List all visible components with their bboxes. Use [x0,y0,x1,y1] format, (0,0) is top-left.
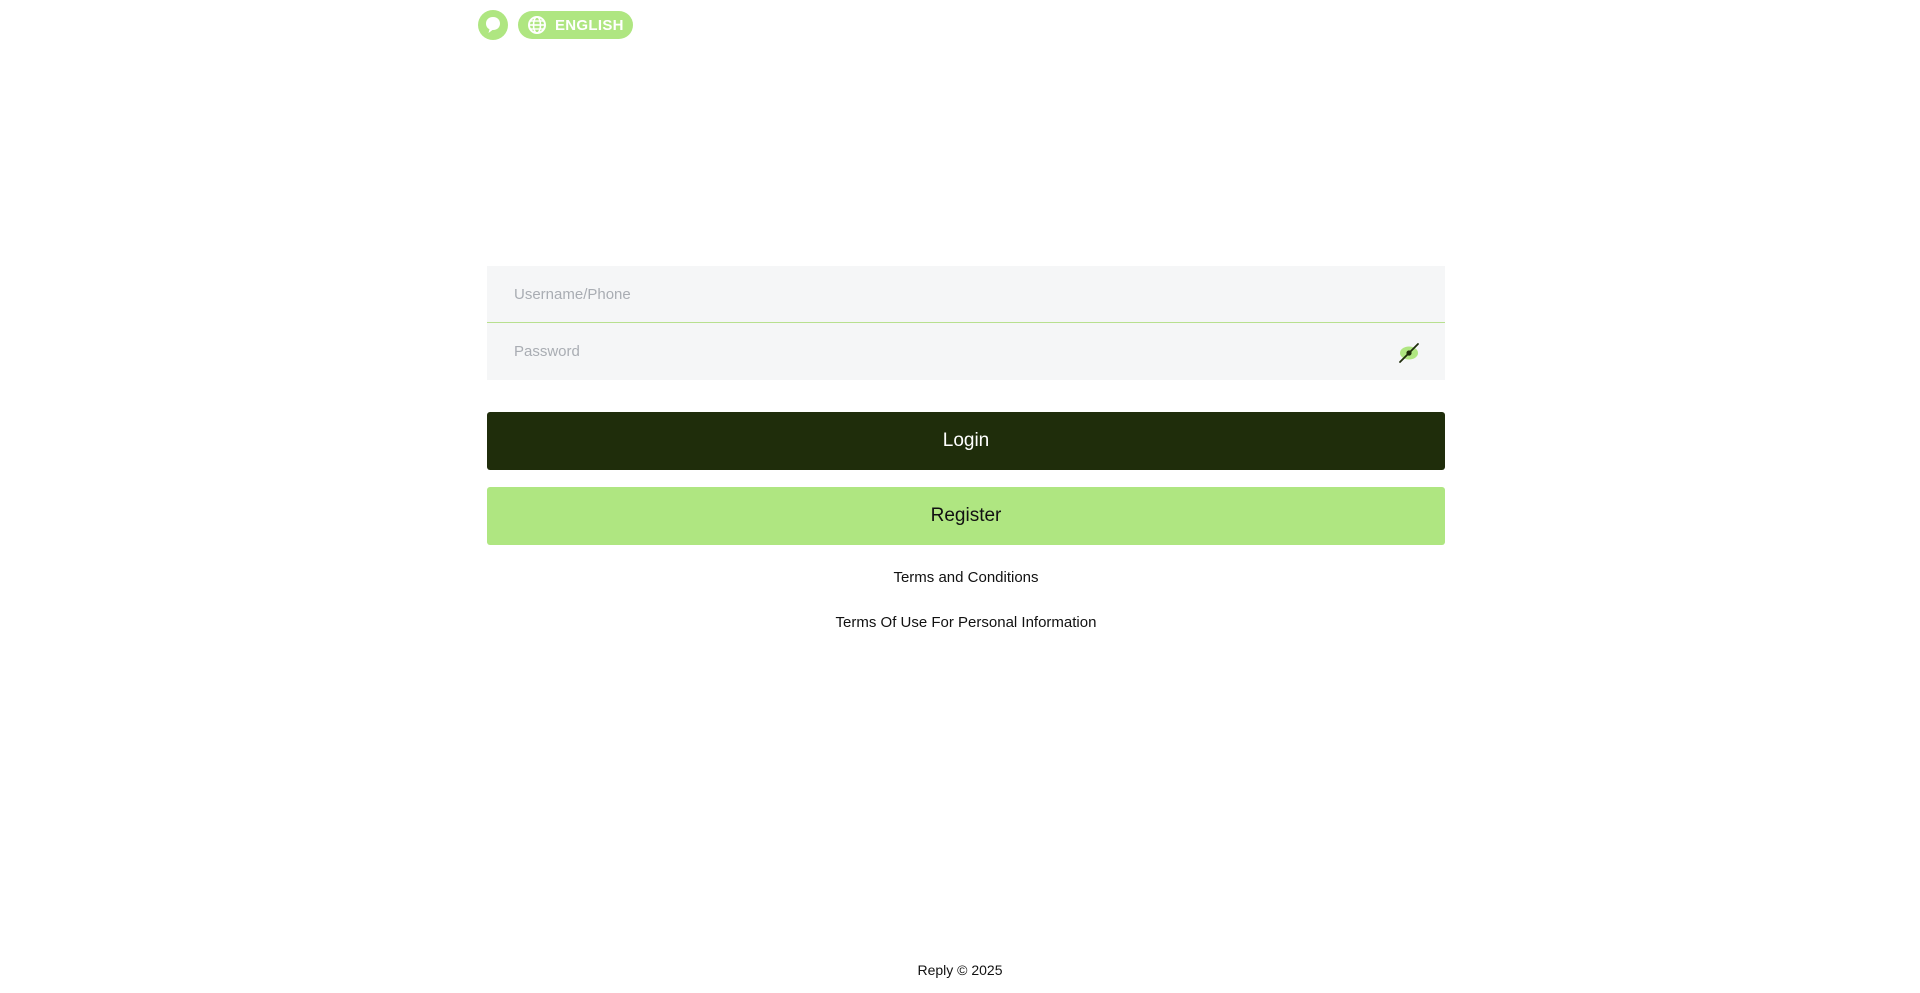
language-selector[interactable]: ENGLISH [518,11,633,39]
password-input[interactable] [487,323,1445,380]
globe-icon [528,16,546,34]
login-form: Login Register Terms and Conditions Term… [487,266,1445,631]
terms-and-conditions-link[interactable]: Terms and Conditions [893,569,1038,586]
username-field [487,266,1445,323]
chat-bubble-icon [486,17,500,33]
legal-links: Terms and Conditions Terms Of Use For Pe… [487,569,1445,631]
footer-copyright: Reply © 2025 [917,962,1003,978]
language-label: ENGLISH [555,16,624,34]
register-button[interactable]: Register [487,487,1445,545]
personal-information-terms-link[interactable]: Terms Of Use For Personal Information [836,614,1097,631]
top-bar: ENGLISH [478,10,633,40]
eye-off-icon [1399,343,1419,363]
password-field [487,323,1445,380]
support-chat-button[interactable] [478,10,508,40]
username-input[interactable] [487,266,1445,322]
login-page: ENGLISH Login Register Terms and Conditi… [0,0,1920,993]
login-button[interactable]: Login [487,412,1445,470]
password-visibility-toggle[interactable] [1397,341,1421,365]
